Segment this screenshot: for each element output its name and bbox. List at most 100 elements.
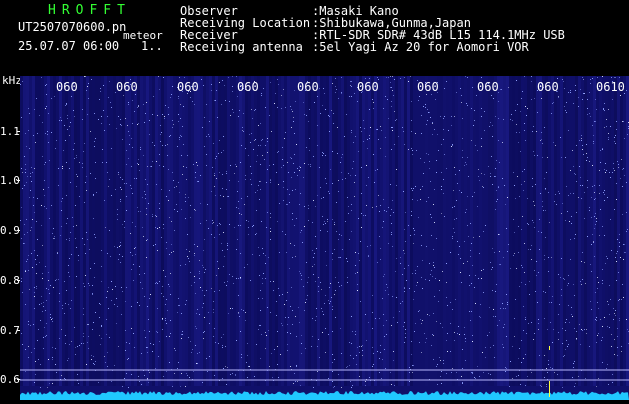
noise-speck (144, 330, 145, 331)
noise-speck (507, 197, 508, 198)
noise-speck (242, 130, 243, 131)
noise-speck (223, 196, 224, 197)
noise-speck (350, 81, 351, 82)
noise-speck (412, 154, 413, 155)
noise-speck (82, 238, 83, 239)
noise-speck (526, 115, 527, 116)
noise-speck (390, 372, 391, 373)
noise-speck (147, 239, 148, 240)
noise-speck (394, 111, 395, 112)
noise-speck (144, 296, 145, 297)
noise-speck (596, 218, 597, 219)
noise-speck (380, 205, 381, 206)
noise-speck (163, 270, 164, 271)
noise-speck (373, 108, 374, 109)
noise-speck (567, 285, 568, 286)
noise-speck (322, 152, 323, 153)
noise-speck (475, 145, 476, 146)
noise-speck (284, 138, 285, 139)
noise-speck (214, 186, 215, 187)
noise-speck (165, 276, 166, 277)
noise-speck (83, 343, 84, 344)
noise-speck (403, 326, 404, 327)
noise-speck (443, 129, 444, 130)
noise-speck (373, 353, 374, 354)
noise-speck (41, 205, 42, 206)
noise-speck (368, 177, 369, 178)
noise-speck (205, 269, 206, 270)
noise-speck (543, 291, 544, 292)
noise-speck (595, 319, 596, 320)
noise-speck (548, 364, 549, 365)
noise-speck (122, 291, 123, 292)
noise-speck (288, 172, 289, 173)
noise-speck (586, 329, 587, 330)
noise-speck (569, 322, 570, 323)
noise-speck (434, 189, 435, 190)
noise-speck (622, 214, 623, 215)
noise-speck (120, 201, 121, 202)
noise-speck (148, 203, 149, 204)
noise-speck (535, 184, 536, 185)
noise-speck (606, 119, 607, 120)
intensity-column (515, 76, 518, 386)
noise-speck (267, 307, 268, 308)
intensity-column (548, 76, 551, 386)
noise-speck (176, 186, 177, 187)
noise-speck (392, 76, 393, 77)
noise-speck (319, 88, 320, 89)
noise-speck (303, 177, 304, 178)
noise-speck (526, 333, 527, 334)
noise-speck (294, 154, 295, 155)
noise-speck (254, 110, 255, 111)
noise-speck (312, 266, 313, 267)
noise-speck (615, 310, 616, 311)
noise-speck (170, 320, 171, 321)
noise-speck (528, 249, 529, 250)
noise-speck (120, 187, 121, 188)
intensity-column (176, 76, 179, 386)
noise-speck (266, 182, 267, 183)
intensity-column (590, 76, 593, 386)
noise-speck (53, 228, 54, 229)
noise-speck (462, 383, 463, 384)
noise-speck (188, 258, 189, 259)
intensity-column (542, 76, 545, 386)
intensity-column (296, 76, 299, 386)
noise-speck (255, 139, 256, 140)
noise-speck (299, 170, 300, 171)
intensity-column (95, 76, 98, 386)
noise-speck (76, 247, 77, 248)
noise-speck (78, 260, 79, 261)
noise-speck (39, 304, 40, 305)
noise-speck (150, 343, 151, 344)
noise-speck (241, 198, 242, 199)
noise-speck (451, 146, 452, 147)
noise-speck (609, 285, 610, 286)
noise-speck (533, 151, 534, 152)
noise-speck (592, 186, 593, 187)
noise-speck (627, 134, 628, 135)
noise-speck (462, 118, 463, 119)
intensity-column (383, 76, 386, 386)
noise-speck (584, 262, 585, 263)
noise-speck (612, 382, 613, 383)
intensity-column (440, 76, 443, 386)
noise-speck (521, 184, 522, 185)
noise-speck (430, 274, 431, 275)
noise-speck (66, 195, 67, 196)
noise-speck (335, 290, 336, 291)
noise-speck (335, 277, 336, 278)
noise-speck (378, 139, 379, 140)
noise-speck (139, 266, 140, 267)
noise-speck (34, 382, 35, 383)
noise-speck (532, 131, 533, 132)
noise-speck (55, 364, 56, 365)
noise-speck (395, 271, 396, 272)
noise-speck (70, 122, 71, 123)
noise-speck (260, 123, 261, 124)
noise-speck (211, 191, 212, 192)
noise-speck (99, 335, 100, 336)
noise-speck (436, 172, 437, 173)
noise-speck (349, 239, 350, 240)
